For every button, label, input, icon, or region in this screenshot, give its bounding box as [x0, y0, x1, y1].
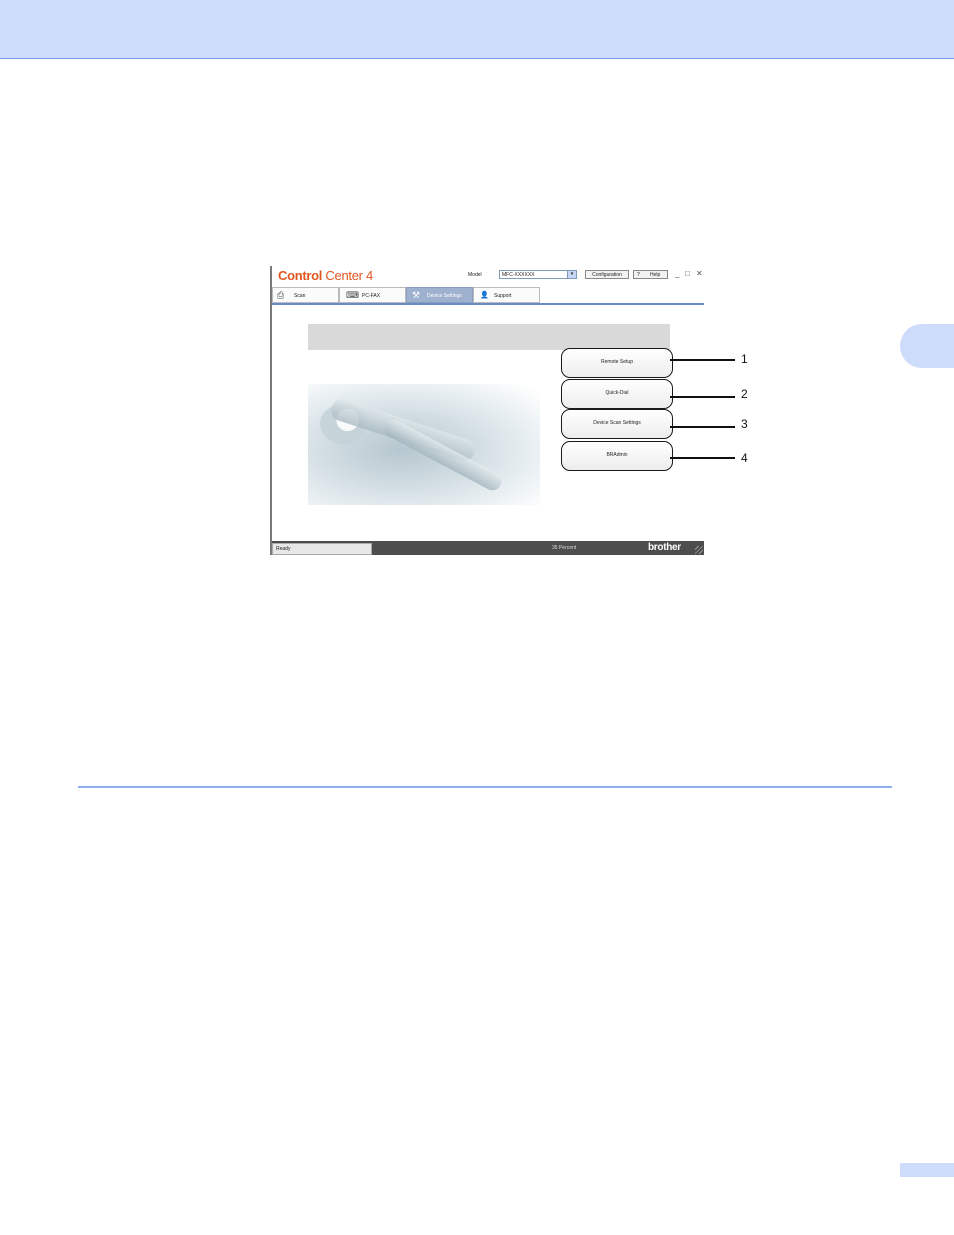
fax-icon: ⌨	[346, 290, 359, 300]
remote-setup-button[interactable]: Remote Setup	[561, 348, 673, 378]
logo-light-text: Center 4	[322, 268, 373, 283]
status-percent: 35 Percent	[552, 545, 577, 551]
resize-grip-icon[interactable]	[695, 546, 703, 554]
model-select-value: MFC-XXXXXX	[502, 272, 535, 278]
section-divider	[78, 786, 892, 788]
tab-label: PC-FAX	[362, 293, 381, 299]
tab-label: Support	[494, 293, 512, 299]
bradmin-button[interactable]: BRAdmin	[561, 441, 673, 471]
tab-device-settings[interactable]: ⚒ Device Settings	[406, 287, 473, 303]
wrench-illustration	[308, 384, 540, 505]
callout-line	[670, 457, 735, 459]
page-header-band	[0, 0, 954, 59]
model-select[interactable]: MFC-XXXXXX ▾	[499, 270, 577, 279]
tab-strip: ⎙ Scan ⌨ PC-FAX ⚒ Device Settings 👤 Supp…	[272, 287, 704, 305]
help-label: Help	[650, 272, 661, 278]
tab-support[interactable]: 👤 Support	[473, 287, 540, 303]
minimize-icon[interactable]: _	[675, 269, 679, 279]
callout-number: 1	[741, 352, 748, 366]
status-text: Ready	[272, 543, 372, 555]
app-logo: Control Center 4	[278, 268, 373, 283]
callout-line	[670, 396, 735, 398]
chevron-down-icon[interactable]: ▾	[567, 271, 576, 278]
callout-number: 3	[741, 417, 748, 431]
tools-icon: ⚒	[412, 290, 421, 300]
callout-number: 2	[741, 387, 748, 401]
callout-line	[670, 359, 735, 361]
person-icon: 👤	[480, 292, 489, 299]
help-icon: ?	[637, 272, 640, 278]
quick-dial-button[interactable]: Quick-Dial	[561, 379, 673, 409]
close-icon[interactable]: ✕	[696, 269, 703, 279]
scanner-icon: ⎙	[277, 290, 285, 300]
tab-scan[interactable]: ⎙ Scan	[272, 287, 339, 303]
brother-logo: brother	[648, 542, 681, 553]
maximize-icon[interactable]: □	[685, 269, 690, 279]
wrench-icon	[381, 416, 505, 494]
title-bar: Control Center 4 Model MFC-XXXXXX ▾ Conf…	[272, 266, 704, 286]
tab-label: Device Settings	[427, 293, 462, 299]
configuration-button[interactable]: Configuration	[585, 270, 629, 279]
control-center-window: Control Center 4 Model MFC-XXXXXX ▾ Conf…	[270, 266, 704, 555]
help-button[interactable]: ? Help	[633, 270, 668, 279]
model-label: Model	[468, 272, 482, 278]
tab-label: Scan	[294, 293, 306, 299]
callout-line	[670, 426, 735, 428]
page-number-tab	[900, 1163, 954, 1177]
tab-pc-fax[interactable]: ⌨ PC-FAX	[339, 287, 406, 303]
device-scan-settings-button[interactable]: Device Scan Settings	[561, 409, 673, 439]
callout-number: 4	[741, 451, 748, 465]
chapter-side-tab	[900, 324, 954, 368]
content-header-bar	[308, 324, 670, 350]
status-bar: Ready 35 Percent brother	[272, 541, 704, 555]
logo-bold-text: Control	[278, 268, 323, 283]
